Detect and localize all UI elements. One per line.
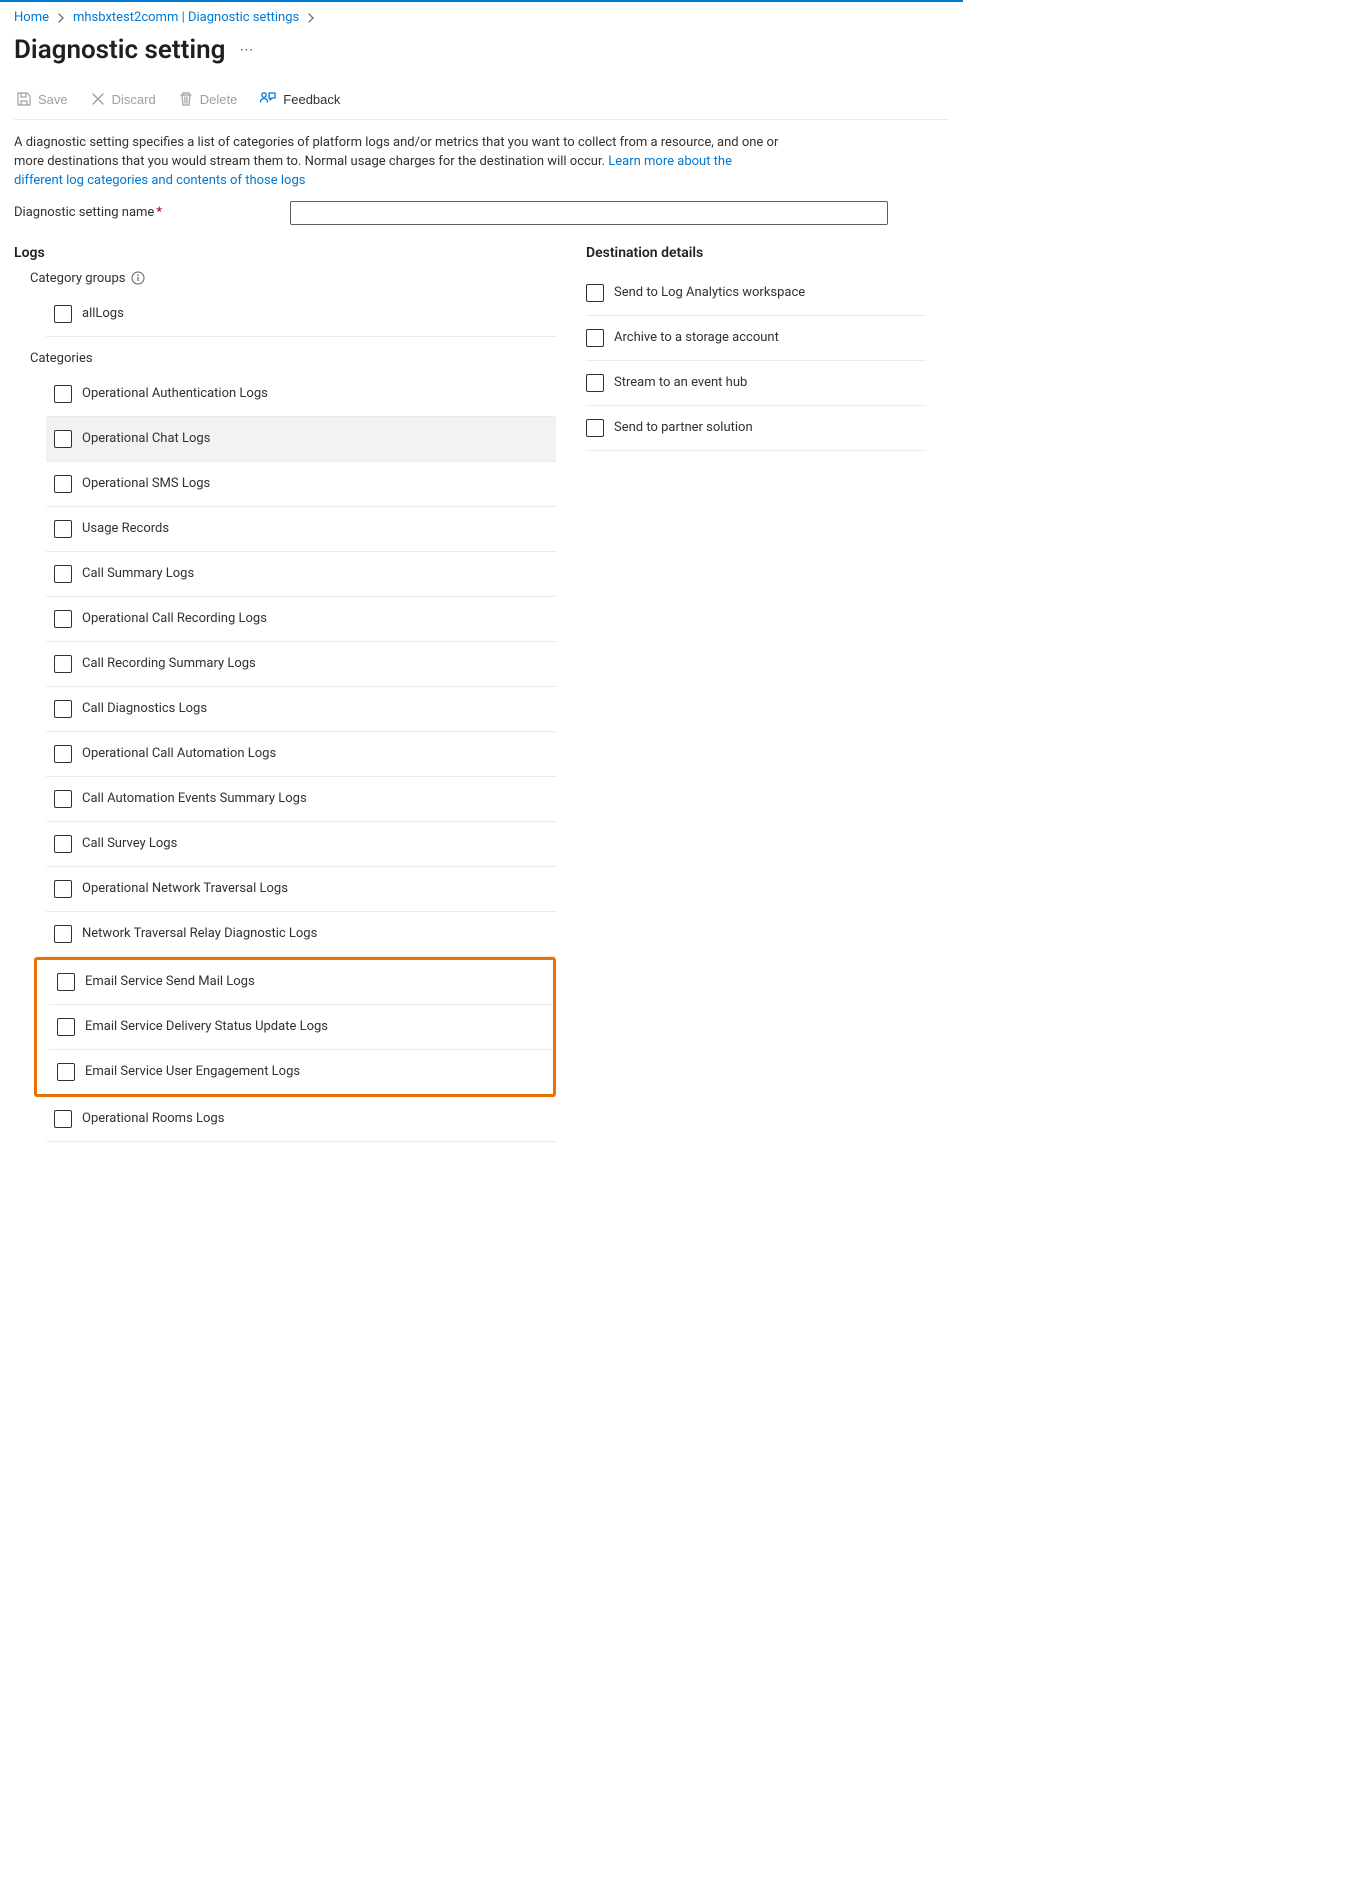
- category-checkbox[interactable]: [57, 1063, 75, 1081]
- category-label: Call Summary Logs: [82, 566, 194, 581]
- category-row[interactable]: Call Summary Logs: [46, 552, 556, 597]
- category-checkbox[interactable]: [54, 655, 72, 673]
- category-label: Call Diagnostics Logs: [82, 701, 207, 716]
- feedback-icon: [259, 91, 277, 107]
- category-checkbox[interactable]: [54, 790, 72, 808]
- category-row[interactable]: Operational Call Recording Logs: [46, 597, 556, 642]
- destination-label: Archive to a storage account: [614, 330, 779, 345]
- category-checkbox[interactable]: [54, 385, 72, 403]
- feedback-label: Feedback: [283, 92, 340, 107]
- more-actions-button[interactable]: ⋯: [239, 42, 254, 58]
- destinations-header: Destination details: [586, 245, 926, 261]
- category-row[interactable]: Email Service User Engagement Logs: [49, 1050, 553, 1094]
- category-checkbox[interactable]: [54, 520, 72, 538]
- category-label: Email Service User Engagement Logs: [85, 1064, 300, 1079]
- description-text: A diagnostic setting specifies a list of…: [14, 134, 784, 191]
- category-label: Call Automation Events Summary Logs: [82, 791, 307, 806]
- category-row[interactable]: Operational Rooms Logs: [46, 1097, 556, 1142]
- breadcrumb-home[interactable]: Home: [14, 10, 49, 25]
- category-groups-label: Category groups: [30, 271, 556, 286]
- email-categories-highlight: Email Service Send Mail Logs Email Servi…: [34, 957, 556, 1097]
- category-row[interactable]: Operational SMS Logs: [46, 462, 556, 507]
- close-icon: [90, 91, 106, 107]
- category-label: Operational Chat Logs: [82, 431, 210, 446]
- category-label: Operational SMS Logs: [82, 476, 210, 491]
- category-row[interactable]: Operational Call Automation Logs: [46, 732, 556, 777]
- category-checkbox[interactable]: [54, 1110, 72, 1128]
- setting-name-input[interactable]: [290, 201, 888, 225]
- destination-checkbox[interactable]: [586, 374, 604, 392]
- setting-name-label: Diagnostic setting name*: [14, 205, 282, 220]
- trash-icon: [178, 91, 194, 107]
- breadcrumb: Home mhsbxtest2comm | Diagnostic setting…: [14, 2, 949, 31]
- category-group-row[interactable]: allLogs: [46, 292, 556, 337]
- category-checkbox[interactable]: [54, 430, 72, 448]
- category-checkbox[interactable]: [54, 745, 72, 763]
- category-row[interactable]: Operational Chat Logs: [46, 417, 556, 462]
- destination-row[interactable]: Send to Log Analytics workspace: [586, 271, 926, 316]
- destination-row[interactable]: Stream to an event hub: [586, 361, 926, 406]
- destination-row[interactable]: Send to partner solution: [586, 406, 926, 451]
- discard-button[interactable]: Discard: [88, 89, 158, 109]
- alllogs-checkbox[interactable]: [54, 305, 72, 323]
- category-row[interactable]: Network Traversal Relay Diagnostic Logs: [46, 912, 556, 957]
- category-checkbox[interactable]: [54, 880, 72, 898]
- destination-checkbox[interactable]: [586, 419, 604, 437]
- category-row[interactable]: Call Diagnostics Logs: [46, 687, 556, 732]
- category-row[interactable]: Email Service Send Mail Logs: [49, 960, 553, 1005]
- alllogs-label: allLogs: [82, 306, 124, 321]
- destination-checkbox[interactable]: [586, 329, 604, 347]
- category-checkbox[interactable]: [57, 1018, 75, 1036]
- category-row[interactable]: Call Survey Logs: [46, 822, 556, 867]
- category-row[interactable]: Call Recording Summary Logs: [46, 642, 556, 687]
- feedback-button[interactable]: Feedback: [257, 89, 342, 109]
- info-icon[interactable]: [131, 271, 145, 285]
- save-button[interactable]: Save: [14, 89, 70, 109]
- category-row[interactable]: Email Service Delivery Status Update Log…: [49, 1005, 553, 1050]
- category-row[interactable]: Operational Authentication Logs: [46, 372, 556, 417]
- toolbar: Save Discard Delete Feedback: [14, 83, 949, 120]
- category-label: Operational Call Recording Logs: [82, 611, 267, 626]
- destination-checkbox[interactable]: [586, 284, 604, 302]
- category-label: Call Survey Logs: [82, 836, 177, 851]
- categories-label: Categories: [30, 351, 556, 366]
- category-label: Call Recording Summary Logs: [82, 656, 256, 671]
- delete-label: Delete: [200, 92, 238, 107]
- category-checkbox[interactable]: [54, 835, 72, 853]
- destination-row[interactable]: Archive to a storage account: [586, 316, 926, 361]
- category-row[interactable]: Call Automation Events Summary Logs: [46, 777, 556, 822]
- category-checkbox[interactable]: [54, 565, 72, 583]
- logs-header: Logs: [14, 245, 556, 261]
- breadcrumb-resource[interactable]: mhsbxtest2comm | Diagnostic settings: [73, 10, 299, 25]
- discard-label: Discard: [112, 92, 156, 107]
- delete-button[interactable]: Delete: [176, 89, 240, 109]
- category-label: Usage Records: [82, 521, 169, 536]
- chevron-right-icon: [57, 13, 65, 23]
- save-icon: [16, 91, 32, 107]
- category-label: Network Traversal Relay Diagnostic Logs: [82, 926, 317, 941]
- category-label: Operational Call Automation Logs: [82, 746, 276, 761]
- category-row[interactable]: Usage Records: [46, 507, 556, 552]
- destination-label: Send to Log Analytics workspace: [614, 285, 805, 300]
- save-label: Save: [38, 92, 68, 107]
- category-row[interactable]: Operational Network Traversal Logs: [46, 867, 556, 912]
- category-checkbox[interactable]: [57, 973, 75, 991]
- chevron-right-icon: [307, 13, 315, 23]
- category-label: Operational Network Traversal Logs: [82, 881, 288, 896]
- destination-label: Send to partner solution: [614, 420, 753, 435]
- category-label: Operational Rooms Logs: [82, 1111, 224, 1126]
- destination-label: Stream to an event hub: [614, 375, 747, 390]
- category-checkbox[interactable]: [54, 610, 72, 628]
- category-checkbox[interactable]: [54, 700, 72, 718]
- category-label: Operational Authentication Logs: [82, 386, 268, 401]
- category-checkbox[interactable]: [54, 925, 72, 943]
- category-label: Email Service Send Mail Logs: [85, 974, 255, 989]
- page-title: Diagnostic setting: [14, 35, 225, 65]
- category-checkbox[interactable]: [54, 475, 72, 493]
- category-label: Email Service Delivery Status Update Log…: [85, 1019, 328, 1034]
